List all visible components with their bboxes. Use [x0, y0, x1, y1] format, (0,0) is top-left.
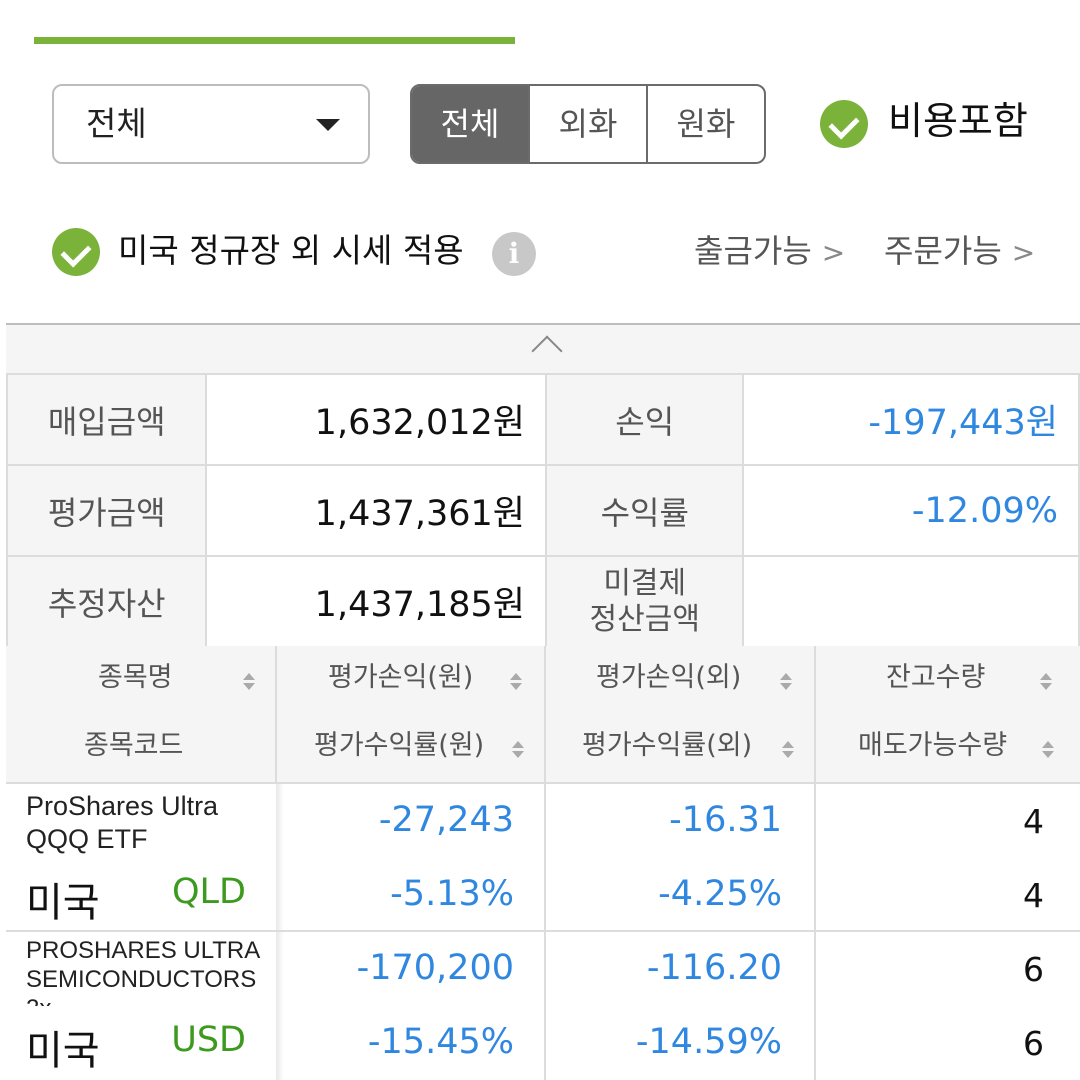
profit-label: 손익: [544, 373, 745, 466]
unsettled-label-line2: 정산금액: [589, 601, 700, 637]
column-divider: [814, 646, 816, 784]
chevron-right-icon: >: [1011, 236, 1036, 269]
pnl-krw-value: -27,243: [378, 800, 514, 840]
chevron-right-icon: >: [821, 236, 846, 269]
unsettled-amount-value: [742, 555, 1080, 648]
rate-fx-value: -4.25%: [658, 874, 782, 914]
holding-name: ProShares Ultra QQQ ETF: [26, 791, 219, 854]
column-divider: [275, 646, 277, 784]
currency-tab-all[interactable]: 전체: [412, 86, 528, 162]
orderable-link[interactable]: 주문가능 >: [884, 226, 1035, 278]
currency-segmented-control: 전체 외화 원화: [410, 84, 766, 164]
info-icon[interactable]: i: [492, 232, 536, 276]
withdrawable-link[interactable]: 출금가능 >: [694, 226, 845, 278]
valuation-value: 1,437,361원: [205, 464, 547, 557]
account-dropdown-value: 전체: [86, 104, 147, 143]
column-header-code: 종목코드: [84, 730, 184, 761]
holding-row[interactable]: ProShares Ultra QQQ ETF 미국 QLD -27,243 -…: [6, 784, 1080, 932]
return-rate-label: 수익률: [544, 464, 745, 557]
column-header-rate-krw[interactable]: 평가수익률(원): [314, 726, 484, 766]
rate-krw-value: -5.13%: [390, 874, 514, 914]
sellable-qty-value: 4: [1023, 876, 1044, 915]
column-header-name[interactable]: 종목명: [98, 658, 173, 698]
unsettled-amount-label: 미결제 정산금액: [544, 555, 745, 648]
column-divider: [544, 784, 546, 932]
holding-name: PROSHARES ULTRA SEMICONDUCTORS 2x: [26, 937, 259, 1006]
column-divider: [814, 784, 816, 932]
valuation-label: 평가금액: [5, 464, 208, 557]
column-shadow: [276, 784, 284, 930]
column-header-pnl-fx[interactable]: 평가손익(외): [596, 658, 741, 698]
holding-row[interactable]: PROSHARES ULTRA SEMICONDUCTORS 2x 미국 USD…: [6, 932, 1080, 1080]
holdings-header: 종목명 종목코드 평가손익(원) 평가수익률(원) 평가손익(외) 평가수익률(…: [6, 646, 1080, 784]
active-tab-indicator: [34, 37, 515, 44]
column-header-sellable-qty[interactable]: 매도가능수량: [858, 726, 1007, 766]
rate-krw-value: -15.45%: [367, 1022, 514, 1062]
include-fees-check-icon[interactable]: [820, 100, 868, 148]
estimated-assets-label: 추정자산: [5, 555, 208, 648]
return-rate-value: -12.09%: [742, 464, 1080, 557]
holding-code: QLD: [172, 872, 246, 912]
column-divider: [544, 646, 546, 784]
currency-tab-krw[interactable]: 원화: [646, 86, 764, 162]
us-extended-quote-check-icon[interactable]: [52, 228, 100, 276]
currency-tab-foreign[interactable]: 외화: [528, 86, 646, 162]
purchase-amount-label: 매입금액: [5, 373, 208, 466]
column-divider: [814, 932, 816, 1080]
balance-qty-value: 4: [1023, 802, 1044, 841]
column-header-rate-fx[interactable]: 평가수익률(외): [582, 726, 752, 766]
us-extended-quote-label[interactable]: 미국 정규장 외 시세 적용: [118, 226, 464, 276]
profit-value: -197,443원: [742, 373, 1080, 466]
balance-qty-value: 6: [1023, 950, 1044, 989]
purchase-amount-value: 1,632,012원: [205, 373, 547, 466]
include-fees-label[interactable]: 비용포함: [888, 96, 1028, 146]
orderable-link-label: 주문가능: [884, 232, 1002, 270]
estimated-assets-value: 1,437,185원: [205, 555, 547, 648]
rate-fx-value: -14.59%: [635, 1022, 782, 1062]
chevron-down-icon: [316, 119, 340, 131]
pnl-fx-value: -16.31: [669, 800, 782, 840]
unsettled-label-line1: 미결제: [603, 565, 687, 601]
column-divider: [544, 932, 546, 1080]
summary-table: 매입금액 1,632,012원 손익 -197,443원 평가금액 1,437,…: [5, 373, 1080, 648]
column-header-balance-qty[interactable]: 잔고수량: [886, 658, 985, 698]
account-dropdown[interactable]: 전체: [52, 84, 370, 164]
column-shadow: [276, 932, 284, 1080]
pnl-krw-value: -170,200: [356, 948, 514, 988]
holding-code: USD: [171, 1020, 246, 1060]
sellable-qty-value: 6: [1023, 1024, 1044, 1063]
pnl-fx-value: -116.20: [646, 948, 782, 988]
column-header-pnl-krw[interactable]: 평가손익(원): [328, 658, 473, 698]
withdrawable-link-label: 출금가능: [694, 232, 812, 270]
